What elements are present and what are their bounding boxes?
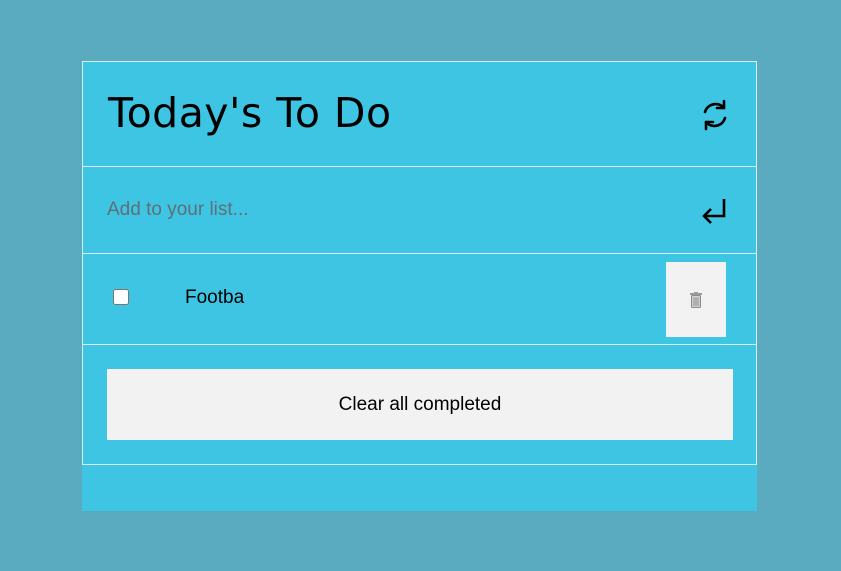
list-item: Footba — [82, 253, 757, 344]
todo-card: Today's To Do Footba — [82, 61, 757, 511]
item-checkbox[interactable] — [113, 289, 129, 305]
clear-completed-button[interactable]: Clear all completed — [107, 369, 733, 440]
page-title: Today's To Do — [108, 89, 392, 137]
add-item-row — [82, 166, 757, 253]
delete-item-button[interactable] — [666, 262, 726, 337]
enter-icon[interactable] — [699, 194, 731, 226]
footer: Clear all completed — [82, 344, 757, 465]
trash-icon — [690, 292, 702, 308]
refresh-icon[interactable] — [697, 97, 733, 133]
add-item-input[interactable] — [107, 195, 667, 225]
header: Today's To Do — [82, 61, 757, 166]
item-text: Footba — [185, 287, 245, 308]
